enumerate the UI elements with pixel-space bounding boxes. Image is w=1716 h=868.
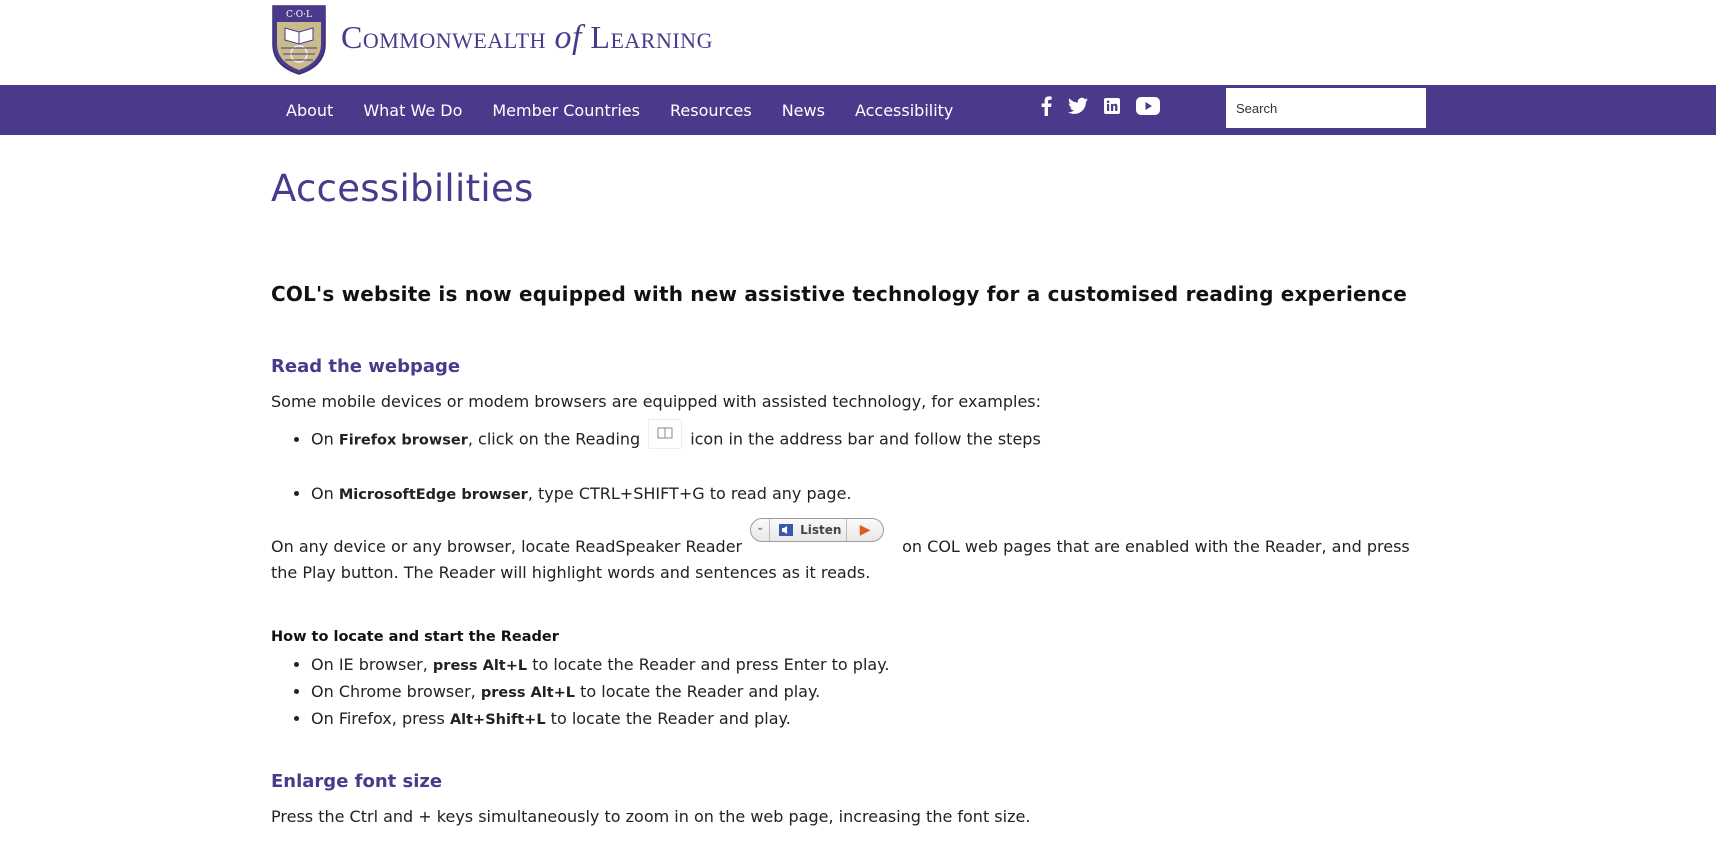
main-content: Accessibilities COL's website is now equ…: [271, 135, 1431, 830]
section-text: Press the Ctrl and + keys simultaneously…: [271, 807, 1031, 826]
nav-item-accessibility[interactable]: Accessibility: [855, 101, 953, 120]
nav-item-news[interactable]: News: [782, 101, 825, 120]
site-logo[interactable]: C·O·L Commonwealth of Learning: [271, 4, 713, 76]
nav-item-member-countries[interactable]: Member Countries: [492, 101, 640, 120]
list-item: On IE browser, press Alt+L to locate the…: [311, 652, 1431, 679]
section-heading-enlarge-font: Enlarge font size: [271, 771, 443, 792]
twitter-icon[interactable]: [1068, 97, 1088, 119]
linkedin-icon[interactable]: [1104, 98, 1120, 118]
nav-item-resources[interactable]: Resources: [670, 101, 752, 120]
readspeaker-listen-button[interactable]: ⌄ Listen ▶: [750, 518, 885, 542]
search-input[interactable]: [1226, 88, 1426, 128]
site-header: C·O·L Commonwealth of Learning: [0, 0, 1716, 85]
nav-item-about[interactable]: About: [286, 101, 333, 120]
list-item: On Chrome browser, press Alt+L to locate…: [311, 679, 1431, 706]
reader-shortcuts-list: On IE browser, press Alt+L to locate the…: [271, 652, 1431, 733]
lead-heading: COL's website is now equipped with new a…: [271, 282, 1408, 306]
list-item: On MicrosoftEdge browser, type CTRL+SHIF…: [311, 481, 1431, 508]
site-logo-text: Commonwealth of Learning: [341, 19, 713, 56]
social-links: [1040, 96, 1176, 120]
facebook-icon[interactable]: [1040, 96, 1052, 120]
svg-text:C·O·L: C·O·L: [286, 10, 312, 20]
howto-heading: How to locate and start the Reader: [271, 629, 559, 645]
reader-view-icon: [648, 419, 683, 449]
speaker-icon: [779, 524, 794, 536]
reader-paragraph: On any device or any browser, locate Rea…: [271, 518, 1431, 586]
list-item: On Firefox, press Alt+Shift+L to locate …: [311, 706, 1431, 733]
play-icon[interactable]: ▶: [846, 519, 883, 541]
youtube-icon[interactable]: [1136, 97, 1160, 119]
section-intro: Some mobile devices or modem browsers ar…: [271, 392, 1042, 411]
section-heading-read-webpage: Read the webpage: [271, 356, 461, 377]
main-navigation: About What We Do Member Countries Resour…: [0, 85, 1716, 135]
list-item: On Firefox browser, click on the Reading…: [311, 419, 1431, 455]
page-title: Accessibilities: [271, 167, 534, 210]
col-crest-icon: C·O·L: [272, 5, 326, 75]
chevron-down-icon[interactable]: ⌄: [751, 519, 771, 541]
browser-tips-list: On Firefox browser, click on the Reading…: [271, 419, 1431, 508]
nav-item-what-we-do[interactable]: What We Do: [363, 101, 462, 120]
